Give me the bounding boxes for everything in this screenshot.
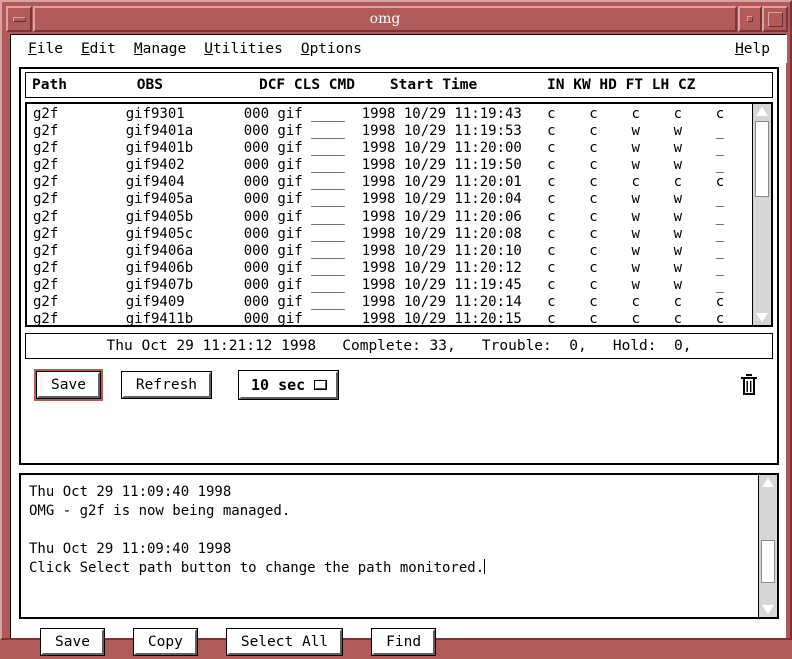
client-area: File Edit Manage Utilities Options Help … bbox=[10, 34, 786, 638]
table-rows-container[interactable]: g2f gif9301 000 gif ____ 1998 10/29 11:1… bbox=[27, 104, 752, 325]
option-menu-indicator-icon bbox=[315, 381, 326, 389]
table-row[interactable]: g2f gif9405b 000 gif ____ 1998 10/29 11:… bbox=[33, 209, 752, 226]
table-body: g2f gif9301 000 gif ____ 1998 10/29 11:1… bbox=[25, 102, 773, 327]
maximize-icon bbox=[768, 12, 783, 27]
table-vertical-scrollbar[interactable] bbox=[752, 104, 771, 325]
table-row[interactable]: g2f gif9409 000 gif ____ 1998 10/29 11:2… bbox=[33, 294, 752, 311]
log-scroll-up-arrow-icon[interactable] bbox=[762, 478, 774, 487]
menu-help[interactable]: Help bbox=[726, 38, 779, 60]
scroll-up-arrow-icon[interactable] bbox=[756, 107, 768, 116]
table-scroll-thumb[interactable] bbox=[755, 121, 769, 197]
log-find-button[interactable]: Find bbox=[372, 629, 435, 655]
table-row[interactable]: g2f gif9406b 000 gif ____ 1998 10/29 11:… bbox=[33, 260, 752, 277]
table-column-headers: Path OBS DCF CLS CMD Start Time IN KW HD… bbox=[25, 72, 773, 98]
minimize-button[interactable] bbox=[6, 6, 32, 32]
log-textarea[interactable]: Thu Oct 29 11:09:40 1998 OMG - g2f is no… bbox=[21, 475, 758, 617]
table-row[interactable]: g2f gif9404 000 gif ____ 1998 10/29 11:2… bbox=[33, 174, 752, 191]
menu-utilities[interactable]: Utilities bbox=[195, 38, 292, 60]
scroll-down-arrow-icon[interactable] bbox=[756, 313, 768, 322]
menubar: File Edit Manage Utilities Options Help bbox=[11, 35, 787, 63]
titlebar: omg bbox=[6, 6, 788, 32]
table-row[interactable]: g2f gif9402 000 gif ____ 1998 10/29 11:1… bbox=[33, 157, 752, 174]
menu-file[interactable]: File bbox=[19, 38, 72, 60]
shade-icon bbox=[747, 16, 753, 22]
menu-edit[interactable]: Edit bbox=[72, 38, 125, 60]
log-scroll-thumb[interactable] bbox=[761, 540, 775, 583]
bottom-button-row: Save Copy Select All Find bbox=[19, 625, 779, 659]
table-row[interactable]: g2f gif9406a 000 gif ____ 1998 10/29 11:… bbox=[33, 243, 752, 260]
maximize-button[interactable] bbox=[762, 6, 788, 32]
shade-button[interactable] bbox=[738, 6, 762, 32]
trash-icon[interactable] bbox=[739, 373, 759, 397]
log-select-all-button[interactable]: Select All bbox=[227, 629, 342, 655]
log-scroll-down-arrow-icon[interactable] bbox=[762, 605, 774, 614]
table-row[interactable]: g2f gif9401b 000 gif ____ 1998 10/29 11:… bbox=[33, 140, 752, 157]
log-panel: Thu Oct 29 11:09:40 1998 OMG - g2f is no… bbox=[19, 473, 779, 619]
save-button[interactable]: Save bbox=[37, 372, 100, 398]
table-row[interactable]: g2f gif9301 000 gif ____ 1998 10/29 11:1… bbox=[33, 106, 752, 123]
text-caret bbox=[484, 559, 485, 574]
status-summary-line: Thu Oct 29 11:21:12 1998 Complete: 33, T… bbox=[25, 333, 773, 359]
refresh-button[interactable]: Refresh bbox=[122, 372, 211, 398]
table-row[interactable]: g2f gif9411b 000 gif ____ 1998 10/29 11:… bbox=[33, 311, 752, 325]
menu-manage[interactable]: Manage bbox=[125, 38, 195, 60]
table-row[interactable]: g2f gif9405c 000 gif ____ 1998 10/29 11:… bbox=[33, 226, 752, 243]
table-row[interactable]: g2f gif9401a 000 gif ____ 1998 10/29 11:… bbox=[33, 123, 752, 140]
window-frame: omg File Edit Manage Utilities Options H… bbox=[0, 0, 792, 640]
table-row[interactable]: g2f gif9405a 000 gif ____ 1998 10/29 11:… bbox=[33, 191, 752, 208]
log-vertical-scrollbar[interactable] bbox=[758, 475, 777, 617]
menu-options[interactable]: Options bbox=[292, 38, 371, 60]
control-row: Save Refresh 10 sec bbox=[25, 365, 773, 405]
title-area[interactable]: omg bbox=[33, 6, 737, 32]
minimize-icon bbox=[13, 17, 26, 22]
log-save-button[interactable]: Save bbox=[41, 629, 104, 655]
table-panel: Path OBS DCF CLS CMD Start Time IN KW HD… bbox=[19, 67, 779, 465]
table-row[interactable]: g2f gif9407b 000 gif ____ 1998 10/29 11:… bbox=[33, 277, 752, 294]
window-title: omg bbox=[370, 11, 401, 27]
trash-icon-svg bbox=[739, 373, 759, 397]
log-copy-button[interactable]: Copy bbox=[134, 629, 197, 655]
refresh-interval-option-menu[interactable]: 10 sec bbox=[239, 371, 338, 399]
refresh-interval-label: 10 sec bbox=[251, 376, 305, 394]
